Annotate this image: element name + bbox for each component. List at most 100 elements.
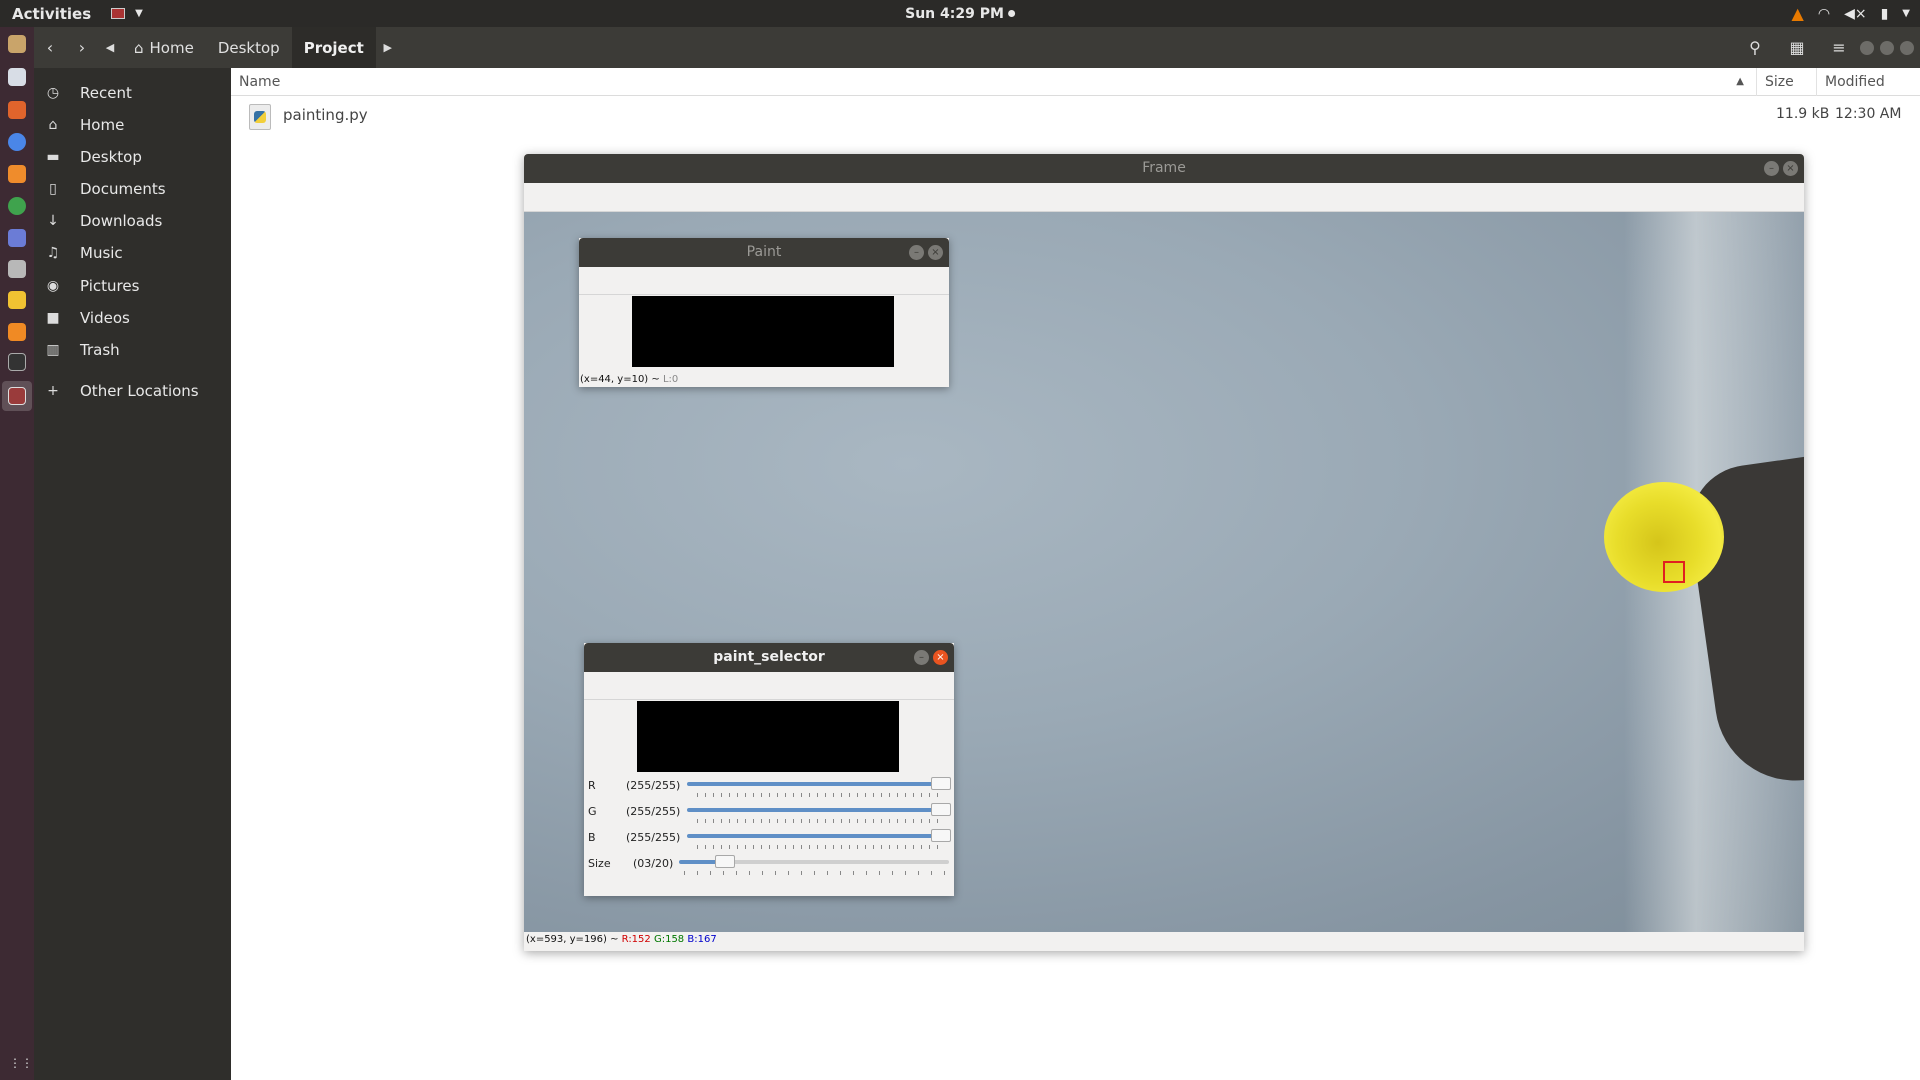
web-browser-icon[interactable] xyxy=(8,197,26,215)
places-sidebar: ◷ Recent ⌂ Home ▬ Desktop ▯ Documents ↓ Downl… xyxy=(34,68,231,1080)
grid-icon: ▦ xyxy=(1789,38,1805,57)
trackbar-slider[interactable] xyxy=(931,777,951,790)
clock[interactable]: Sun 4:29 PM xyxy=(905,6,1015,22)
breadcrumb-desktop[interactable]: Desktop xyxy=(206,27,292,68)
sidebar-item-documents[interactable]: ▯ Documents xyxy=(34,174,231,204)
files-icon[interactable] xyxy=(8,35,26,53)
close-button[interactable] xyxy=(1900,40,1914,55)
system-menu-chevron-icon[interactable]: ▼ xyxy=(1902,8,1910,19)
paint-title: Paint xyxy=(746,244,782,260)
trackbar-ticks xyxy=(697,819,942,823)
frame-titlebar[interactable]: Frame xyxy=(524,154,1804,183)
file-modified: 12:30 AM xyxy=(1835,106,1902,122)
sublime-icon[interactable] xyxy=(8,165,26,183)
close-button[interactable]: × xyxy=(928,245,943,260)
frame-toolbar xyxy=(524,183,1804,212)
breadcrumb-scroll-left[interactable]: ◀ xyxy=(98,27,122,68)
sidebar-item-home[interactable]: ⌂ Home xyxy=(34,110,231,140)
terminal-icon[interactable] xyxy=(8,353,26,371)
search-icon: ⚲ xyxy=(1749,38,1761,57)
paint-canvas[interactable] xyxy=(632,296,894,367)
vlc-icon[interactable] xyxy=(8,323,26,341)
headerbar-tools: ⚲ ▦ ≡ xyxy=(1734,27,1920,68)
breadcrumb-project[interactable]: Project xyxy=(291,27,376,68)
minimize-button[interactable]: – xyxy=(914,650,929,665)
trackbar-value: (255/255) xyxy=(626,779,681,792)
column-modified[interactable]: Modified xyxy=(1816,68,1920,96)
selector-window-controls: – × xyxy=(914,650,948,665)
trackbar-groove xyxy=(687,782,949,786)
paint-titlebar[interactable]: Paint xyxy=(579,238,949,267)
file-size: 11.9 kB xyxy=(1776,106,1830,122)
python-file-icon xyxy=(249,104,271,130)
sidebar-item-pictures[interactable]: ◉ Pictures xyxy=(34,271,231,301)
vlc-icon[interactable]: ▲ xyxy=(1792,4,1804,23)
minimize-button[interactable]: – xyxy=(909,245,924,260)
column-size[interactable]: Size xyxy=(1756,68,1816,96)
close-button[interactable]: × xyxy=(933,650,948,665)
table-row[interactable]: painting.py 11.9 kB 12:30 AM xyxy=(231,98,1920,134)
sidebar-item-desktop[interactable]: ▬ Desktop xyxy=(34,142,231,172)
trash-icon: ▥ xyxy=(46,342,60,358)
selector-toolbar xyxy=(584,672,954,700)
column-name[interactable]: Name ▲ xyxy=(231,68,1756,96)
paint-window-controls: – × xyxy=(909,245,943,260)
sidebar-item-music[interactable]: ♫ Music xyxy=(34,238,231,268)
paint-selector-window[interactable]: paint_selector – × R (255/255) G (255/25… xyxy=(584,643,954,896)
trackbar-slider[interactable] xyxy=(931,829,951,842)
video-icon: ■ xyxy=(46,310,60,326)
menu-button[interactable]: ≡ xyxy=(1818,27,1860,68)
camera-icon: ◉ xyxy=(46,278,60,294)
trackbar-label: G xyxy=(588,805,597,818)
back-button[interactable]: ‹ xyxy=(34,27,66,68)
view-toggle-button[interactable]: ▦ xyxy=(1776,27,1818,68)
software-center-icon[interactable] xyxy=(8,101,26,119)
trackbar-value: (255/255) xyxy=(626,805,681,818)
plus-icon: + xyxy=(47,383,59,399)
search-button[interactable]: ⚲ xyxy=(1734,27,1776,68)
app-menu[interactable]: ▼ xyxy=(111,8,143,19)
forward-button[interactable]: › xyxy=(66,27,98,68)
activities-button[interactable]: Activities xyxy=(12,5,91,23)
chevron-down-icon: ▼ xyxy=(135,8,143,19)
caret-left-icon: ◀ xyxy=(105,41,115,54)
sidebar-item-videos[interactable]: ■ Videos xyxy=(34,303,231,333)
system-tray[interactable]: ▲ ◠ ◀× ▮ ▼ xyxy=(1792,0,1910,27)
sort-ascending-icon: ▲ xyxy=(1736,76,1744,87)
frame-window-controls: – × xyxy=(1764,161,1798,176)
trackbar-slider[interactable] xyxy=(715,855,735,868)
breadcrumb-scroll-right[interactable]: ▶ xyxy=(376,27,400,68)
sidebar-item-recent[interactable]: ◷ Recent xyxy=(34,78,231,108)
selector-titlebar[interactable]: paint_selector xyxy=(584,643,954,672)
minimize-button[interactable]: – xyxy=(1764,161,1779,176)
hamburger-icon: ≡ xyxy=(1832,38,1846,57)
clock-icon: ◷ xyxy=(46,85,60,101)
trackbar-label: Size xyxy=(588,857,611,870)
trackbar-groove-empty xyxy=(725,860,949,864)
python-window-icon[interactable] xyxy=(8,387,26,405)
wifi-icon: ◠ xyxy=(1817,5,1831,22)
chrome-icon[interactable] xyxy=(8,133,26,151)
minimize-button[interactable] xyxy=(1860,40,1874,55)
sidebar-item-trash[interactable]: ▥ Trash xyxy=(34,335,231,365)
breadcrumb-home[interactable]: ⌂ Home xyxy=(122,27,206,68)
trackbar-label: R xyxy=(588,779,596,792)
dock: ⋮⋮⋮ xyxy=(0,27,45,1080)
sidebar-item-other-locations[interactable]: + Other Locations xyxy=(34,376,231,406)
trackbar-b: B (255/255) xyxy=(584,828,954,854)
image-viewer-icon[interactable] xyxy=(8,260,26,278)
paint-window[interactable]: Paint – × (x=44, y=10) ~ L:0 xyxy=(579,238,949,387)
text-editor-icon[interactable] xyxy=(8,68,26,86)
trackbar-size: Size (03/20) xyxy=(584,854,954,880)
home-icon: ⌂ xyxy=(134,38,144,57)
trackbar-ticks xyxy=(697,845,942,849)
sidebar-item-downloads[interactable]: ↓ Downloads xyxy=(34,206,231,236)
sticky-notes-icon[interactable] xyxy=(8,291,26,309)
trackbar-slider[interactable] xyxy=(931,803,951,816)
maximize-button[interactable] xyxy=(1880,40,1894,55)
trackbar-groove xyxy=(687,834,949,838)
trackbar-value: (03/20) xyxy=(633,857,674,870)
discord-icon[interactable] xyxy=(8,229,26,247)
close-button[interactable]: × xyxy=(1783,161,1798,176)
trackbar-label: B xyxy=(588,831,596,844)
